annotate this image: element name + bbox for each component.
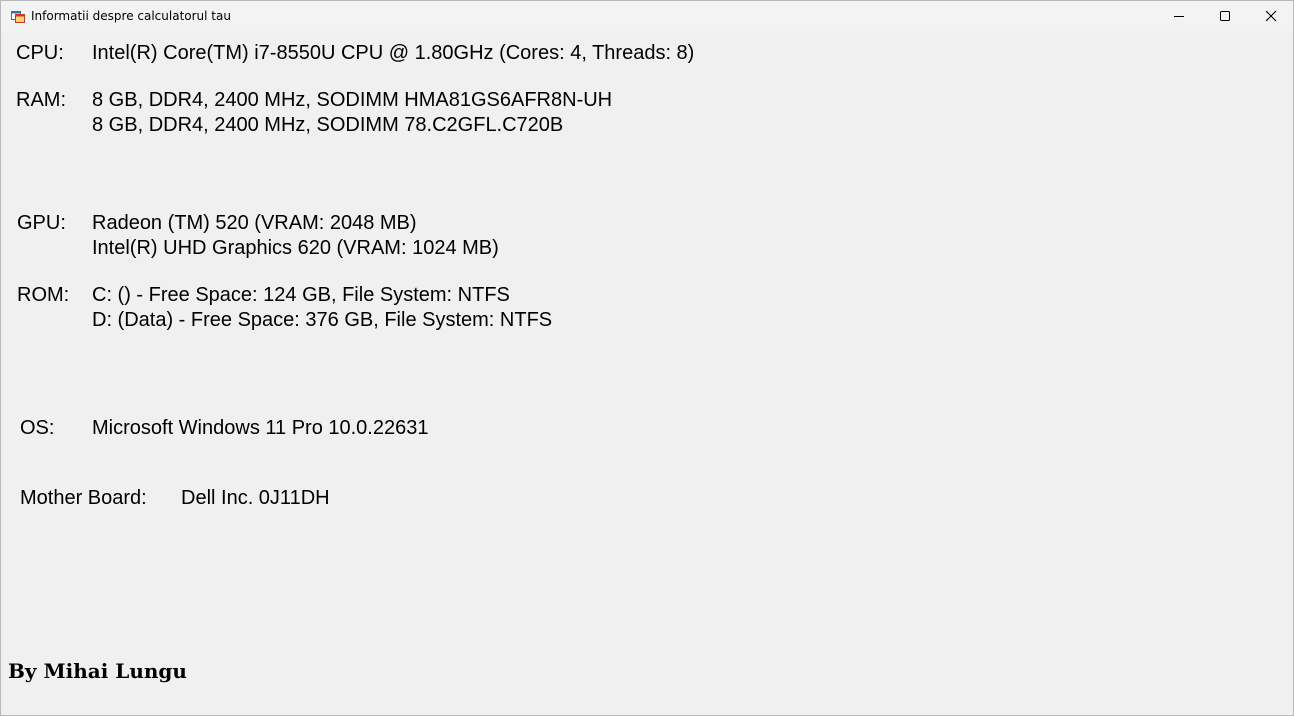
ram-line: 8 GB, DDR4, 2400 MHz, SODIMM 78.C2GFL.C7… [92,114,564,136]
ram-label: RAM: [16,89,66,111]
gpu-label: GPU: [17,212,66,234]
minimize-icon [1173,10,1185,22]
rom-label: ROM: [17,284,70,306]
cpu-label: CPU: [16,42,64,64]
gpu-line: Radeon (TM) 520 (VRAM: 2048 MB) [92,212,417,234]
ram-line: 8 GB, DDR4, 2400 MHz, SODIMM HMA81GS6AFR… [92,89,613,111]
rom-value: C: () - Free Space: 124 GB, File System:… [92,283,552,333]
author-signature: By Mihai Lungu [8,659,187,683]
close-button[interactable] [1248,1,1293,31]
gpu-line: Intel(R) UHD Graphics 620 (VRAM: 1024 MB… [92,237,499,259]
maximize-button[interactable] [1202,1,1248,31]
close-icon [1265,10,1277,22]
ram-value: 8 GB, DDR4, 2400 MHz, SODIMM HMA81GS6AFR… [92,88,612,138]
motherboard-value: Dell Inc. 0J11DH [181,487,330,509]
window-title: Informatii despre calculatorul tau [31,9,231,23]
gpu-value: Radeon (TM) 520 (VRAM: 2048 MB) Intel(R)… [92,211,499,261]
minimize-button[interactable] [1156,1,1202,31]
rom-line: D: (Data) - Free Space: 376 GB, File Sys… [92,309,553,331]
cpu-line: Intel(R) Core(TM) i7-8550U CPU @ 1.80GHz… [92,42,695,64]
motherboard-label: Mother Board: [20,487,147,509]
os-value: Microsoft Windows 11 Pro 10.0.22631 [92,416,428,441]
app-window: Informatii despre calculatorul tau CPU: … [0,0,1294,716]
title-bar[interactable]: Informatii despre calculatorul tau [1,1,1293,31]
app-window-icon [11,9,25,23]
os-label: OS: [20,417,55,439]
os-line: Microsoft Windows 11 Pro 10.0.22631 [92,417,429,439]
maximize-icon [1219,10,1231,22]
rom-line: C: () - Free Space: 124 GB, File System:… [92,284,510,306]
cpu-value: Intel(R) Core(TM) i7-8550U CPU @ 1.80GHz… [92,41,694,66]
